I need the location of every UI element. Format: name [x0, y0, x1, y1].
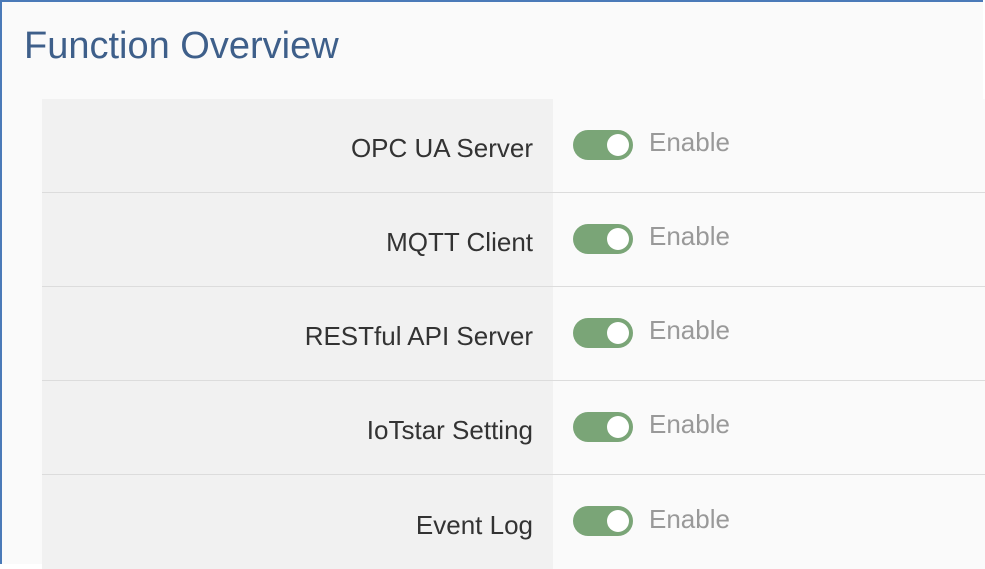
function-row-event-log: Event Log Enable — [42, 475, 985, 569]
function-label: OPC UA Server — [42, 99, 553, 192]
toggle-knob — [607, 133, 629, 156]
function-overview-panel: Function Overview OPC UA Server Enable M… — [0, 0, 985, 569]
function-value-cell: Enable — [553, 99, 985, 192]
function-value-cell: Enable — [553, 381, 985, 474]
toggle-state-label: Enable — [649, 503, 730, 534]
function-label: MQTT Client — [42, 193, 553, 286]
page-title: Function Overview — [24, 25, 339, 67]
toggle-state-label: Enable — [649, 127, 730, 157]
function-value-cell: Enable — [553, 193, 985, 286]
function-row-restful-api-server: RESTful API Server Enable — [42, 287, 985, 381]
event-log-toggle[interactable] — [573, 506, 633, 536]
function-label: IoTstar Setting — [42, 381, 553, 474]
function-table: OPC UA Server Enable MQTT Client Enable … — [42, 99, 985, 569]
toggle-knob — [607, 415, 629, 438]
iotstar-setting-toggle[interactable] — [573, 411, 633, 442]
function-value-cell: Enable — [553, 475, 985, 569]
function-row-mqtt-client: MQTT Client Enable — [42, 193, 985, 287]
toggle-knob — [607, 321, 629, 344]
toggle-state-label: Enable — [649, 315, 730, 345]
mqtt-client-toggle[interactable] — [573, 223, 633, 254]
function-label: RESTful API Server — [42, 287, 553, 380]
toggle-knob — [607, 510, 629, 532]
function-row-iotstar-setting: IoTstar Setting Enable — [42, 381, 985, 475]
function-label: Event Log — [42, 475, 553, 569]
toggle-knob — [607, 227, 629, 250]
restful-api-server-toggle[interactable] — [573, 317, 633, 348]
opc-ua-server-toggle[interactable] — [573, 129, 633, 160]
toggle-state-label: Enable — [649, 409, 730, 439]
function-row-opc-ua-server: OPC UA Server Enable — [42, 99, 985, 193]
function-value-cell: Enable — [553, 287, 985, 380]
toggle-state-label: Enable — [649, 221, 730, 251]
